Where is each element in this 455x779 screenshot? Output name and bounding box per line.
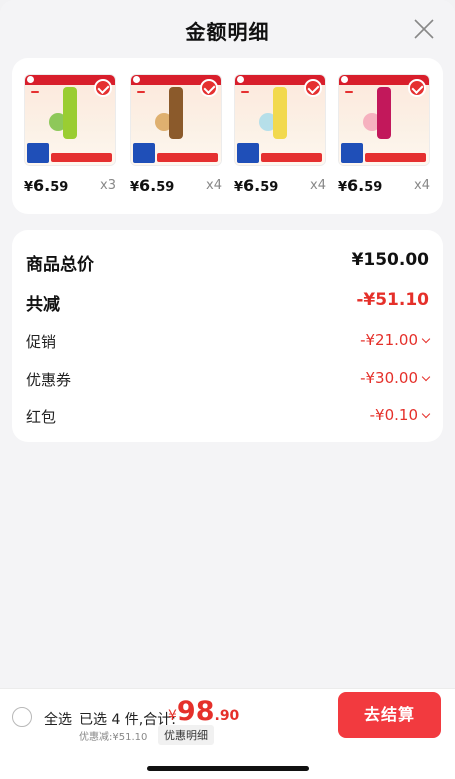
total-currency: ¥ [168,708,177,724]
sheet-header: 金额明细 [0,0,455,58]
total-label: 商品总价 [26,255,94,275]
product-item[interactable]: ¥6.59 x3 [24,74,116,195]
discount-value: -¥51.10 [356,290,429,310]
selected-check-icon [94,79,112,97]
product-item[interactable]: ¥6.59 x4 [338,74,430,195]
cart-total: ¥98.90 [168,696,239,727]
selected-check-icon [200,79,218,97]
brand-logo-icon [237,76,244,83]
price-summary: 商品总价 ¥150.00 共减 -¥51.10 促销 -¥21.00 优惠券 -… [12,230,443,442]
coupon-value: -¥30.00 [360,369,431,387]
badge-icon [345,91,353,93]
product-image [24,74,116,166]
summary-row-coupon[interactable]: 优惠券 -¥30.00 [26,369,431,393]
total-integer: 98 [176,696,215,727]
price-decimal: 59 [364,180,383,195]
product-quantity: x4 [310,178,326,193]
product-quantity: x4 [414,178,430,193]
promo-banner-icon [261,153,322,162]
red-packet-amount: -¥0.10 [369,406,418,424]
price-decimal: 59 [260,180,279,195]
price-currency: ¥ [234,180,244,195]
price-currency: ¥ [24,180,34,195]
total-decimal: .90 [214,708,240,724]
product-list: ¥6.59 x3 ¥6.59 x4 ¥6.59 x4 ¥6.59 x4 [12,58,443,214]
price-currency: ¥ [338,180,348,195]
chevron-down-icon [421,409,431,419]
promo-badge-icon [133,143,155,163]
chevron-down-icon [421,372,431,382]
checkout-button[interactable]: 去结算 [338,692,441,738]
selected-check-icon [408,79,426,97]
chevron-down-icon [421,334,431,344]
summary-row-total: 商品总价 ¥150.00 [26,250,429,275]
product-quantity: x4 [206,178,222,193]
product-tube-icon [273,87,287,139]
product-price: ¥6.59 [24,176,68,195]
coupon-amount: -¥30.00 [360,369,418,387]
badge-icon [137,91,145,93]
brand-logo-icon [27,76,34,83]
summary-row-promotion[interactable]: 促销 -¥21.00 [26,331,431,355]
price-integer: 6. [33,176,51,195]
product-item[interactable]: ¥6.59 x4 [234,74,326,195]
amount-detail-sheet: 金额明细 ¥6.59 x3 ¥6.59 x4 ¥6.59 x4 ¥6.59 x4 商品总价 ¥… [0,0,455,779]
total-value: ¥150.00 [351,250,429,270]
summary-row-red-packet[interactable]: 红包 -¥0.10 [26,406,431,430]
product-tube-icon [63,87,77,139]
product-tube-icon [377,87,391,139]
product-item[interactable]: ¥6.59 x4 [130,74,222,195]
sheet-title: 金额明细 [185,20,270,44]
price-decimal: 59 [50,180,69,195]
promo-badge-icon [341,143,363,163]
promo-banner-icon [157,153,218,162]
brand-logo-icon [133,76,140,83]
promotion-amount: -¥21.00 [360,331,418,349]
summary-row-discount: 共减 -¥51.10 [26,290,429,315]
home-indicator [147,766,309,771]
product-price: ¥6.59 [234,176,278,195]
product-image [130,74,222,166]
promo-banner-icon [51,153,112,162]
product-image [338,74,430,166]
promotion-value: -¥21.00 [360,331,431,349]
product-image [234,74,326,166]
close-icon[interactable] [413,18,435,40]
discount-note: 优惠减:¥51.10 [79,732,148,743]
price-integer: 6. [243,176,261,195]
discount-detail-link[interactable]: 优惠明细 [158,725,214,745]
red-packet-label: 红包 [26,408,57,426]
price-decimal: 59 [156,180,175,195]
product-tube-icon [169,87,183,139]
promo-banner-icon [365,153,426,162]
price-integer: 6. [347,176,365,195]
discount-label: 共减 [26,295,60,315]
select-all-label[interactable]: 全选 [44,709,72,729]
coupon-label: 优惠券 [26,371,72,389]
promo-badge-icon [27,143,49,163]
select-all-radio[interactable] [12,707,32,727]
promo-badge-icon [237,143,259,163]
red-packet-value: -¥0.10 [369,406,431,424]
price-currency: ¥ [130,180,140,195]
badge-icon [31,91,39,93]
badge-icon [241,91,249,93]
promotion-label: 促销 [26,333,57,351]
product-quantity: x3 [100,178,116,193]
price-integer: 6. [139,176,157,195]
brand-logo-icon [341,76,348,83]
product-price: ¥6.59 [130,176,174,195]
selected-check-icon [304,79,322,97]
product-price: ¥6.59 [338,176,382,195]
